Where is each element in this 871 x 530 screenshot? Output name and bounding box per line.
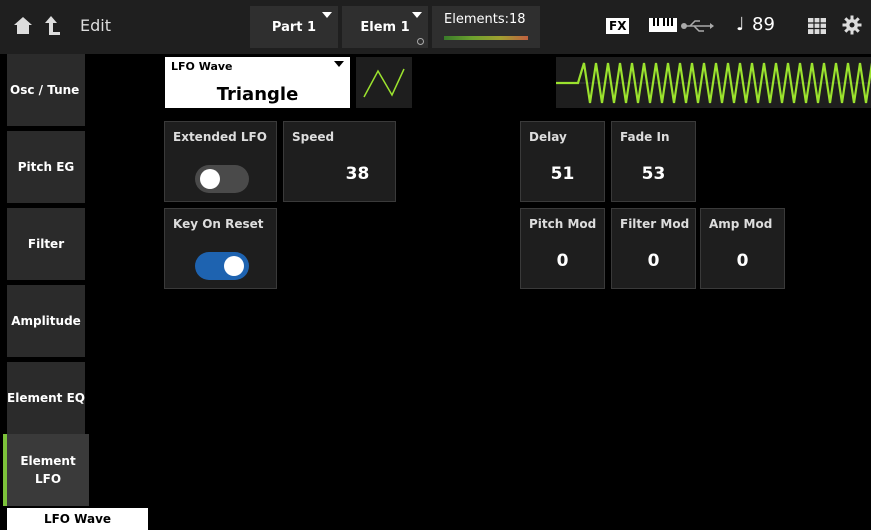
key-on-reset-toggle[interactable] [195,252,249,280]
part-selector[interactable]: Part 1 [250,6,338,48]
home-icon[interactable] [12,14,34,36]
keyboard-icon[interactable] [648,17,678,33]
speed-value: 38 [345,164,370,184]
pitch-mod-control[interactable]: Pitch Mod 0 [520,208,605,289]
pitch-mod-value: 0 [556,251,569,271]
toggle-knob [200,169,220,189]
delay-control[interactable]: Delay 51 [520,121,605,202]
indicator-ring-icon [417,38,424,45]
dropdown-arrow-icon [412,12,422,18]
sidebar-item-filter[interactable]: Filter [7,208,85,280]
amp-mod-control[interactable]: Amp Mod 0 [700,208,785,289]
delay-value: 51 [550,164,575,184]
amp-mod-label: Amp Mod [709,217,773,231]
filter-mod-value: 0 [647,251,660,271]
page-title: Edit [80,16,111,35]
speed-label: Speed [292,130,335,144]
sidebar-item-element-lfo[interactable]: Element LFO [3,434,89,506]
fade-in-control[interactable]: Fade In 53 [611,121,696,202]
sidebar-item-amplitude[interactable]: Amplitude [7,285,85,357]
sidebar: Osc / Tune Pitch EG Filter Amplitude Ele… [0,54,90,508]
element-selector[interactable]: Elem 1 [342,6,428,48]
sidebar-item-pitch-eg[interactable]: Pitch EG [7,131,85,203]
dropdown-arrow-icon [322,12,332,18]
lfo-waveform-display [556,57,871,108]
lfo-wave-selector[interactable]: LFO Wave Triangle [165,57,350,108]
extended-lfo-control: Extended LFO [164,121,277,202]
elements-indicator[interactable]: Elements:18 [432,6,540,48]
fade-in-label: Fade In [620,130,670,144]
key-on-reset-label: Key On Reset [173,217,264,231]
extended-lfo-label: Extended LFO [173,130,267,144]
elements-meter [444,36,528,40]
pitch-mod-label: Pitch Mod [529,217,597,231]
toggle-knob [224,256,244,276]
bottom-tab-lfo-wave[interactable]: LFO Wave [7,508,148,530]
fade-in-value: 53 [641,164,666,184]
key-on-reset-control: Key On Reset [164,208,277,289]
tempo-note-icon: ♩ [736,14,745,35]
fx-icon[interactable]: FX [606,18,630,34]
back-up-icon[interactable] [42,14,62,36]
tempo-value[interactable]: 89 [752,14,775,35]
element-selector-label: Elem 1 [360,19,410,35]
gear-icon[interactable] [842,15,862,35]
sidebar-item-element-eq[interactable]: Element EQ [7,362,85,434]
dropdown-arrow-icon [334,61,344,67]
speed-control[interactable]: Speed 38 [283,121,396,202]
lfo-wave-label: LFO Wave [171,60,233,73]
part-selector-label: Part 1 [271,19,317,35]
usb-icon [681,20,714,32]
sidebar-item-osc-tune[interactable]: Osc / Tune [7,54,85,126]
filter-mod-control[interactable]: Filter Mod 0 [611,208,696,289]
amp-mod-value: 0 [736,251,749,271]
filter-mod-label: Filter Mod [620,217,690,231]
lfo-wave-value: Triangle [216,84,299,105]
elements-count: Elements:18 [444,12,526,27]
top-bar: Edit Part 1 Elem 1 Elements:18 FX ♩ 89 [0,0,871,54]
quick-access-grid-icon[interactable] [808,18,826,34]
extended-lfo-toggle[interactable] [195,165,249,193]
delay-label: Delay [529,130,567,144]
triangle-wave-icon [356,57,412,108]
